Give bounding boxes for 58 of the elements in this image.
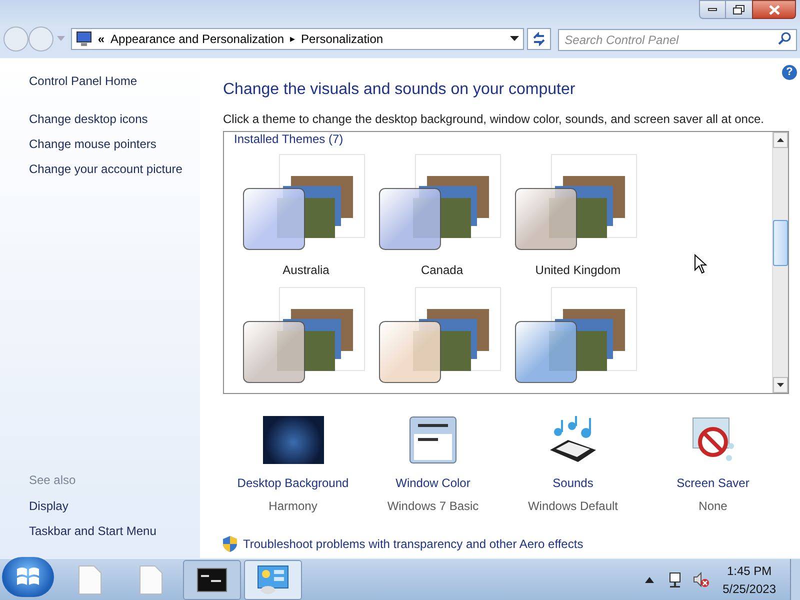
setting-link[interactable]: Screen Saver [676,474,750,492]
breadcrumb-item[interactable]: Personalization [301,30,504,48]
scrollbar-thumb[interactable] [773,220,788,266]
breadcrumb-item[interactable]: Appearance and Personalization [110,30,284,48]
theme-name: Canada [420,262,464,279]
scroll-up-icon[interactable] [777,138,784,142]
sidebar-link[interactable]: Change desktop icons [29,110,200,128]
see-also-heading: See also [29,472,77,489]
close-icon [768,4,780,14]
theme-name: United Kingdom [535,262,621,279]
address-bar[interactable]: « Appearance and Personalization ▸ Personalization [70,28,524,50]
setting-value: None [698,498,728,515]
breadcrumb-arrow[interactable]: ▸ [290,32,296,46]
help-button[interactable]: ? [782,65,797,80]
shield-icon [223,536,237,552]
page-description: Click a theme to change the desktop background, window color, sounds, and screen saver all at once. [223,111,765,128]
start-button[interactable] [2,556,54,596]
troubleshoot-link[interactable]: Troubleshoot problems with transparency and other Aero effects [243,535,584,553]
sidebar-link[interactable]: Taskbar and Start Menu [29,522,200,540]
setting-value: Harmony [268,498,318,515]
taskbar-button[interactable] [183,560,241,600]
setting-link[interactable]: Desktop Background [237,474,349,492]
search-icon[interactable] [778,32,792,45]
mouse-cursor-icon [694,254,707,274]
speaker-muted-icon[interactable] [692,572,709,588]
wallpaper-thumbnail[interactable] [262,416,324,464]
close-button[interactable] [752,0,796,19]
group-heading: Installed Themes (7) [234,132,344,148]
music-keyboard-icon[interactable] [548,416,598,464]
dropdown-icon[interactable] [510,36,519,42]
refresh-icon [532,32,546,46]
windows-logo-icon [16,566,40,588]
control-panel-icon[interactable] [257,564,289,594]
clock-date[interactable]: 5/25/2023 [722,580,776,598]
setting-link[interactable]: Window Color [396,474,470,492]
overflow-chevron[interactable]: « [98,30,105,48]
sidebar-link[interactable]: Control Panel Home [29,72,200,90]
minimize-button[interactable] [699,0,726,19]
sidebar-link[interactable]: Display [29,497,200,515]
setting-value: Windows 7 Basic [387,498,479,515]
window-icon[interactable] [409,416,457,464]
search-field[interactable]: Search Control Panel [558,29,798,51]
setting-value: Windows Default [528,498,618,515]
scroll-down-icon[interactable] [777,383,784,387]
restore-button[interactable] [726,0,752,19]
show-hidden-icons-icon[interactable] [644,576,654,582]
clock-time[interactable]: 1:45 PM [726,562,772,580]
setting-link[interactable]: Sounds [552,474,594,492]
restore-icon [733,4,745,14]
page-heading: Change the visuals and sounds on your computer [223,80,576,100]
theme-name: Australia [282,262,330,279]
refresh-button[interactable] [526,28,551,50]
control-panel-icon [76,31,92,47]
network-icon[interactable] [666,572,683,588]
console-icon[interactable] [197,568,227,592]
sidebar-link[interactable]: Change mouse pointers [29,135,200,153]
sidebar-link[interactable]: Change your account picture [29,160,200,178]
scrollbar[interactable] [772,132,788,393]
